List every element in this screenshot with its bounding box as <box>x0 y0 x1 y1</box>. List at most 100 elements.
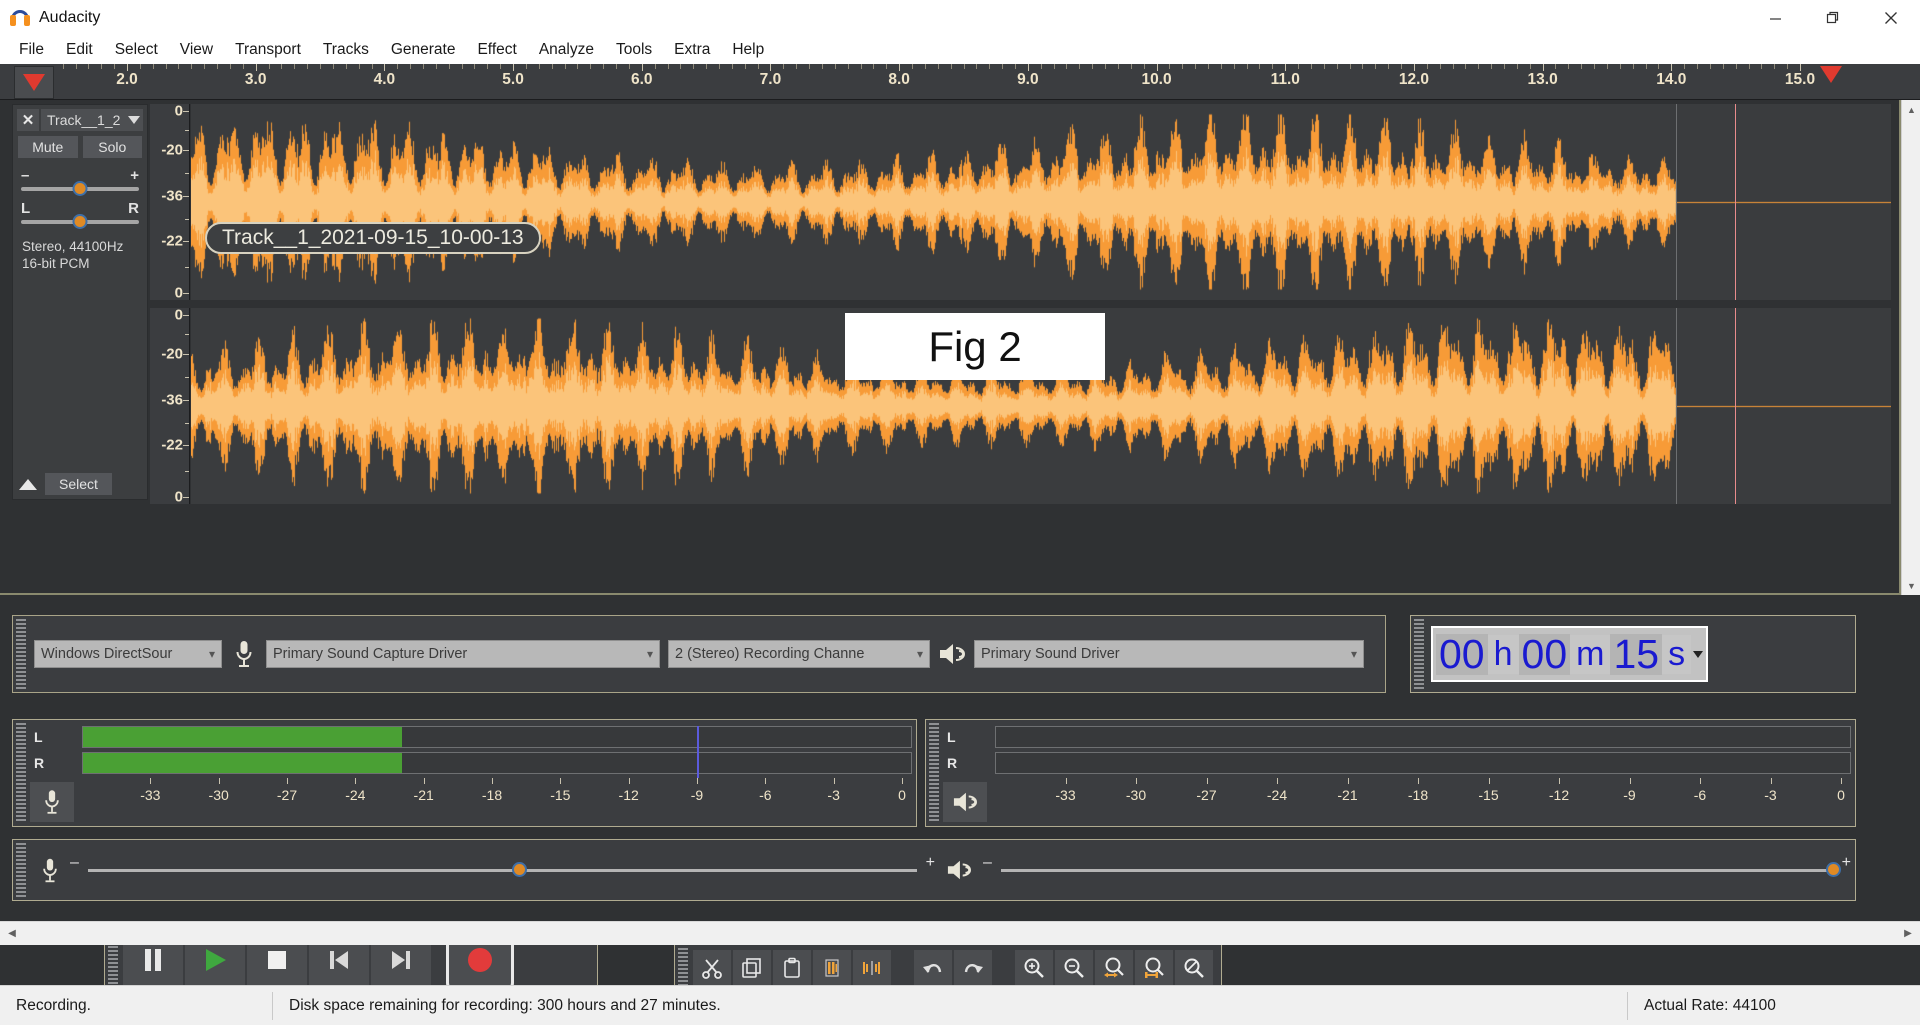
cut-button[interactable] <box>693 950 731 986</box>
mixer-toolbar[interactable]: – + – + <box>12 839 1856 901</box>
track-area[interactable]: ✕ Track__1_2 Mute Solo – + L <box>0 100 1901 595</box>
recording-meter-toolbar[interactable]: LR-33-30-27-24-21-18-15-12-9-6-30 <box>12 719 917 827</box>
ruler-label: 13.0 <box>1528 71 1558 89</box>
menu-item-analyze[interactable]: Analyze <box>528 38 605 62</box>
close-track-button[interactable]: ✕ <box>17 109 39 131</box>
scroll-right-arrow-icon[interactable]: ▶ <box>1896 922 1920 946</box>
zoom-toggle-button[interactable] <box>1175 950 1213 986</box>
selection-time-display[interactable]: 00 h 00 m 15 s <box>1410 615 1856 693</box>
pan-slider-knob[interactable] <box>73 214 88 229</box>
undo-button[interactable] <box>914 950 952 986</box>
recording-device-select[interactable]: Primary Sound Capture Driver ▾ <box>266 640 660 668</box>
vertical-ruler-tick <box>183 196 189 197</box>
close-button[interactable] <box>1862 0 1920 36</box>
microphone-icon <box>30 857 70 884</box>
toolbar-grabber[interactable] <box>929 723 939 823</box>
gain-slider[interactable]: – + <box>21 167 139 191</box>
ruler-minor-tick <box>1453 64 1454 69</box>
clipboard-icon <box>781 957 803 979</box>
mute-button[interactable]: Mute <box>18 136 78 158</box>
menu-item-transport[interactable]: Transport <box>224 38 312 62</box>
menu-item-file[interactable]: File <box>8 38 55 62</box>
ruler-minor-tick <box>166 64 167 69</box>
microphone-icon[interactable] <box>30 782 74 822</box>
vertical-scrollbar[interactable]: ▲ ▼ <box>1901 100 1920 595</box>
ruler-minor-tick <box>114 64 115 69</box>
gain-slider-knob[interactable] <box>73 181 88 196</box>
toolbar-grabber[interactable] <box>1414 619 1424 689</box>
silence-selection-icon <box>861 958 883 978</box>
ruler-minor-tick <box>410 64 411 69</box>
timeline-options-button[interactable] <box>14 66 54 99</box>
paste-button[interactable] <box>773 950 811 986</box>
toolbar-grabber[interactable] <box>678 948 688 988</box>
scroll-left-arrow-icon[interactable]: ◀ <box>0 922 24 946</box>
vertical-ruler-tick <box>183 241 189 242</box>
menu-item-edit[interactable]: Edit <box>55 38 104 62</box>
waveform-left-channel[interactable] <box>191 104 1891 300</box>
menu-item-extra[interactable]: Extra <box>663 38 721 62</box>
fit-project-button[interactable] <box>1135 950 1173 986</box>
menu-item-generate[interactable]: Generate <box>380 38 467 62</box>
redo-button[interactable] <box>954 950 992 986</box>
toolbar-grabber[interactable] <box>16 723 26 823</box>
playback-volume-knob[interactable] <box>1826 862 1841 877</box>
zoom-out-button[interactable] <box>1055 950 1093 986</box>
horizontal-scrollbar[interactable]: ◀ ▶ <box>0 921 1920 945</box>
zoom-in-button[interactable] <box>1015 950 1053 986</box>
silence-audio-button[interactable] <box>853 950 891 986</box>
playback-meter-body[interactable]: LR-33-30-27-24-21-18-15-12-9-6-30 <box>943 720 1855 826</box>
time-seconds[interactable]: 15 <box>1610 634 1662 675</box>
recording-volume-slider[interactable]: – + <box>70 855 935 885</box>
fit-selection-button[interactable] <box>1095 950 1133 986</box>
scroll-up-arrow-icon[interactable]: ▲ <box>1902 100 1920 119</box>
menu-item-select[interactable]: Select <box>104 38 169 62</box>
solo-button[interactable]: Solo <box>83 136 143 158</box>
pan-slider[interactable]: L R <box>21 200 139 224</box>
ruler-minor-tick <box>1015 64 1016 69</box>
track-control-panel[interactable]: ✕ Track__1_2 Mute Solo – + L <box>12 104 148 500</box>
time-format-dropdown[interactable] <box>1693 651 1703 658</box>
collapse-track-icon[interactable] <box>19 479 37 490</box>
pinned-play-head-icon[interactable] <box>1820 66 1842 83</box>
toolbar-grabber[interactable] <box>16 619 26 689</box>
toolbar-grabber[interactable] <box>16 843 26 897</box>
menu-item-tools[interactable]: Tools <box>605 38 663 62</box>
time-hours[interactable]: 00 <box>1436 634 1488 675</box>
vertical-ruler-left-channel[interactable]: 0-20-36-220 <box>150 104 190 300</box>
ruler-tick <box>1157 64 1158 71</box>
menu-item-tracks[interactable]: Tracks <box>312 38 380 62</box>
meter-channel-label: R <box>34 755 44 771</box>
redo-arrow-icon <box>961 958 985 978</box>
ruler-label: 5.0 <box>502 71 524 89</box>
select-track-button[interactable]: Select <box>45 473 112 495</box>
clip-title[interactable]: Track__1_2021-09-15_10-00-13 <box>205 222 541 254</box>
track-info-line1: Stereo, 44100Hz <box>22 238 147 255</box>
playback-meter-toolbar[interactable]: LR-33-30-27-24-21-18-15-12-9-6-30 <box>925 719 1856 827</box>
menu-item-effect[interactable]: Effect <box>466 38 527 62</box>
meter-scale-tick <box>492 778 493 784</box>
scroll-down-arrow-icon[interactable]: ▼ <box>1902 576 1920 595</box>
meter-scale-label: 0 <box>898 787 906 803</box>
timeline-ruler[interactable]: 2.03.04.05.06.07.08.09.010.011.012.013.0… <box>0 64 1920 100</box>
speaker-icon[interactable] <box>943 782 987 822</box>
pan-left-label: L <box>21 200 30 217</box>
maximize-restore-button[interactable] <box>1804 0 1862 36</box>
menu-item-help[interactable]: Help <box>721 38 775 62</box>
track-name-dropdown[interactable]: Track__1_2 <box>41 109 143 131</box>
recording-volume-knob[interactable] <box>512 862 527 877</box>
trim-audio-button[interactable] <box>813 950 851 986</box>
ruler-label: 15.0 <box>1785 71 1815 89</box>
time-minutes[interactable]: 00 <box>1519 634 1571 675</box>
scissors-icon <box>701 957 723 979</box>
recording-meter-body[interactable]: LR-33-30-27-24-21-18-15-12-9-6-30 <box>30 720 916 826</box>
playback-device-select[interactable]: Primary Sound Driver ▾ <box>974 640 1364 668</box>
copy-button[interactable] <box>733 950 771 986</box>
audio-host-select[interactable]: Windows DirectSour ▾ <box>34 640 222 668</box>
recording-channels-select[interactable]: 2 (Stereo) Recording Channe ▾ <box>668 640 930 668</box>
menu-item-view[interactable]: View <box>169 38 224 62</box>
time-digits[interactable]: 00 h 00 m 15 s <box>1431 626 1708 682</box>
vertical-ruler-right-channel[interactable]: 0-20-36-220 <box>150 308 190 504</box>
playback-volume-slider[interactable]: – + <box>983 855 1855 885</box>
minimize-button[interactable] <box>1746 0 1804 36</box>
